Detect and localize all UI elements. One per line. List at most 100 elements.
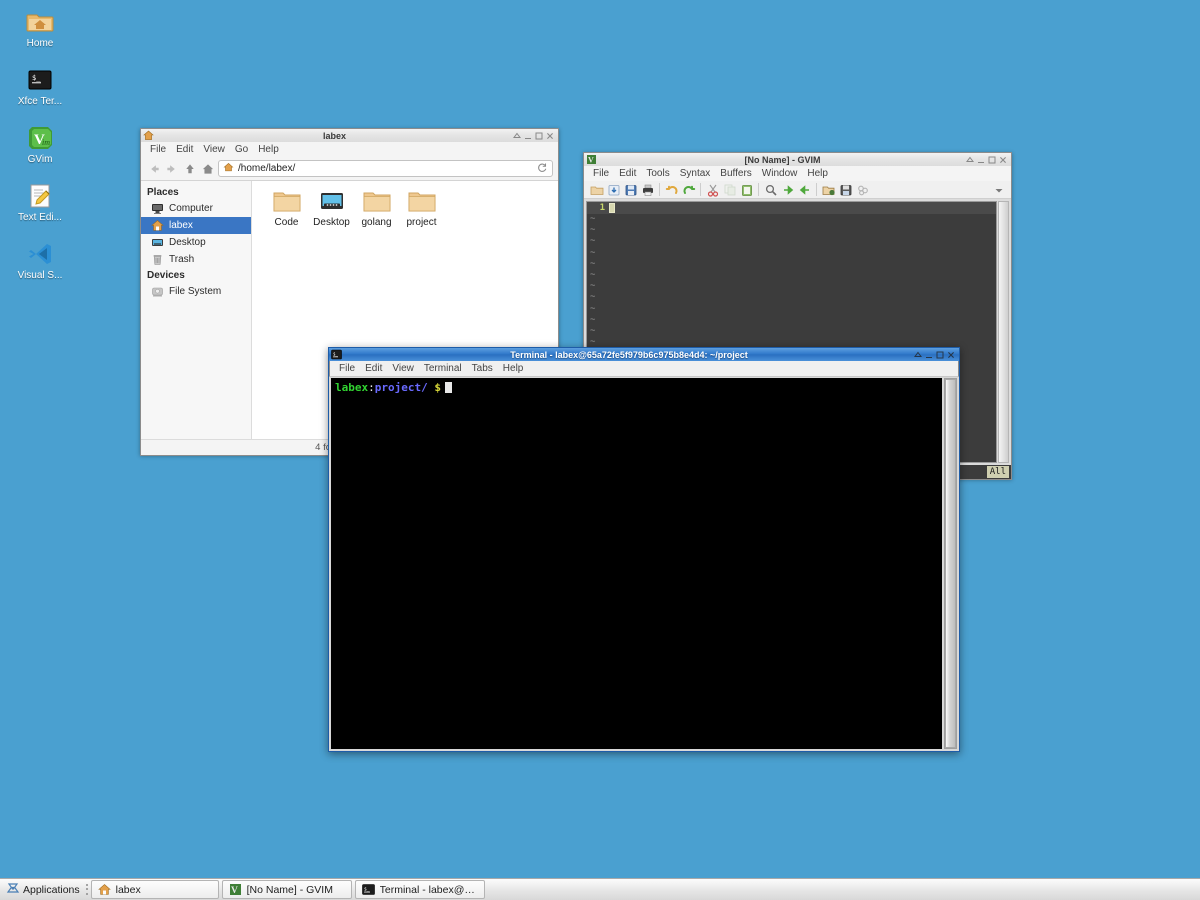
close-icon[interactable] — [999, 156, 1007, 164]
gvim-menubar[interactable]: File Edit Tools Syntax Buffers Window He… — [583, 166, 1012, 181]
undo-icon[interactable] — [663, 182, 680, 198]
maximize-icon[interactable] — [988, 156, 996, 164]
save-icon[interactable] — [622, 182, 639, 198]
terminal-menubar[interactable]: File Edit View Terminal Tabs Help — [329, 361, 959, 377]
sidebar-item-file-system[interactable]: File System — [141, 283, 251, 300]
menu-buffers[interactable]: Buffers — [715, 167, 757, 180]
up-icon[interactable] — [182, 161, 197, 176]
reload-icon[interactable] — [537, 162, 548, 176]
back-icon[interactable] — [146, 161, 161, 176]
minimize-icon[interactable] — [524, 132, 532, 140]
terminal-window[interactable]: $_ Terminal - labex@65a72fe5f979b6c975b8… — [328, 347, 960, 752]
minimize-icon[interactable] — [925, 351, 933, 359]
menu-go[interactable]: Go — [230, 143, 253, 156]
close-icon[interactable] — [947, 351, 955, 359]
menu-view[interactable]: View — [198, 143, 230, 156]
make-icon[interactable] — [854, 182, 871, 198]
gvim-scrollbar-thumb[interactable] — [999, 202, 1008, 462]
maximize-icon[interactable] — [936, 351, 944, 359]
menu-edit[interactable]: Edit — [360, 362, 387, 375]
terminal-screen[interactable]: labex:project/ $ — [331, 378, 942, 749]
prompt-separator: : — [368, 381, 375, 394]
svg-text:$_: $_ — [32, 74, 41, 82]
menu-file[interactable]: File — [334, 362, 360, 375]
gvim-empty-line: ~ — [587, 214, 996, 225]
menu-syntax[interactable]: Syntax — [675, 167, 716, 180]
find-next-icon[interactable] — [779, 182, 796, 198]
open-icon[interactable] — [588, 182, 605, 198]
file-manager-menubar[interactable]: File Edit View Go Help — [140, 142, 559, 157]
terminal-window-buttons[interactable] — [914, 351, 957, 359]
sidebar-item-desktop[interactable]: Desktop — [141, 234, 251, 251]
terminal-scrollbar-thumb[interactable] — [945, 379, 956, 748]
menu-edit[interactable]: Edit — [171, 143, 198, 156]
file-item[interactable]: project — [399, 189, 444, 228]
desktop-icon-xfce-terminal[interactable]: $_ Xfce Ter... — [0, 66, 80, 116]
taskbar-button-labex[interactable]: labex — [91, 880, 219, 899]
save-session-icon[interactable] — [837, 182, 854, 198]
terminal-icon: $_ — [362, 883, 375, 896]
gvim-empty-line: ~ — [587, 315, 996, 326]
file-manager-titlebar[interactable]: labex — [140, 128, 559, 142]
taskbar-button-terminal[interactable]: $_ Terminal - labex@65a7... — [355, 880, 485, 899]
menu-help[interactable]: Help — [253, 143, 284, 156]
terminal-titlebar[interactable]: $_ Terminal - labex@65a72fe5f979b6c975b8… — [328, 347, 960, 361]
redo-icon[interactable] — [680, 182, 697, 198]
save-as-icon[interactable] — [605, 182, 622, 198]
load-session-icon[interactable] — [820, 182, 837, 198]
desktop-icon-visual-studio-code[interactable]: Visual S... — [0, 240, 80, 290]
menu-file[interactable]: File — [588, 167, 614, 180]
menu-terminal[interactable]: Terminal — [419, 362, 467, 375]
sidebar-item-trash[interactable]: Trash — [141, 251, 251, 268]
copy-icon[interactable] — [721, 182, 738, 198]
gvim-empty-line: ~ — [587, 270, 996, 281]
menu-help[interactable]: Help — [498, 362, 529, 375]
gvim-line-number: 1 — [587, 203, 605, 213]
applications-menu-button[interactable]: Applications — [2, 880, 84, 900]
menu-edit[interactable]: Edit — [614, 167, 641, 180]
menu-help[interactable]: Help — [802, 167, 833, 180]
file-item[interactable]: Code — [264, 189, 309, 228]
menu-tools[interactable]: Tools — [641, 167, 674, 180]
desktop-icon-gvim[interactable]: V im GVim — [0, 124, 80, 174]
file-manager-window-buttons[interactable] — [513, 132, 556, 140]
dropdown-icon[interactable] — [990, 182, 1007, 198]
shade-icon[interactable] — [914, 351, 922, 359]
shade-icon[interactable] — [513, 132, 521, 140]
file-item[interactable]: Desktop — [309, 189, 354, 228]
cut-icon[interactable] — [704, 182, 721, 198]
menu-view[interactable]: View — [387, 362, 419, 375]
desktop-icon-label: Home — [27, 38, 54, 49]
gvim-titlebar[interactable]: V [No Name] - GVIM — [583, 152, 1012, 166]
desktop-icon-home[interactable]: Home — [0, 8, 80, 58]
desktop-icon-text-editor[interactable]: Text Edi... — [0, 182, 80, 232]
home-icon[interactable] — [200, 161, 215, 176]
gvim-toolbar[interactable] — [584, 181, 1011, 199]
maximize-icon[interactable] — [535, 132, 543, 140]
close-icon[interactable] — [546, 132, 554, 140]
find-previous-icon[interactable] — [796, 182, 813, 198]
path-entry[interactable]: /home/labex/ — [218, 160, 553, 177]
gvim-empty-line: ~ — [587, 326, 996, 337]
menu-window[interactable]: Window — [757, 167, 803, 180]
menu-tabs[interactable]: Tabs — [467, 362, 498, 375]
sidebar-item-labex[interactable]: labex — [141, 217, 251, 234]
paste-icon[interactable] — [738, 182, 755, 198]
applications-label: Applications — [23, 884, 80, 896]
gvim-title: [No Name] - GVIM — [599, 155, 966, 165]
file-grid: Code Desktop — [252, 181, 558, 228]
sidebar-item-computer[interactable]: Computer — [141, 200, 251, 217]
minimize-icon[interactable] — [977, 156, 985, 164]
find-icon[interactable] — [762, 182, 779, 198]
taskbar-button-gvim[interactable]: V [No Name] - GVIM — [222, 880, 352, 899]
gvim-window-buttons[interactable] — [966, 156, 1009, 164]
terminal-scrollbar[interactable] — [944, 378, 957, 749]
gvim-scrollbar[interactable] — [998, 201, 1009, 463]
forward-icon[interactable] — [164, 161, 179, 176]
file-item[interactable]: golang — [354, 189, 399, 228]
svg-text:$_: $_ — [333, 352, 338, 357]
shade-icon[interactable] — [966, 156, 974, 164]
print-icon[interactable] — [639, 182, 656, 198]
menu-file[interactable]: File — [145, 143, 171, 156]
desktop-icon-label: Xfce Ter... — [18, 96, 62, 107]
